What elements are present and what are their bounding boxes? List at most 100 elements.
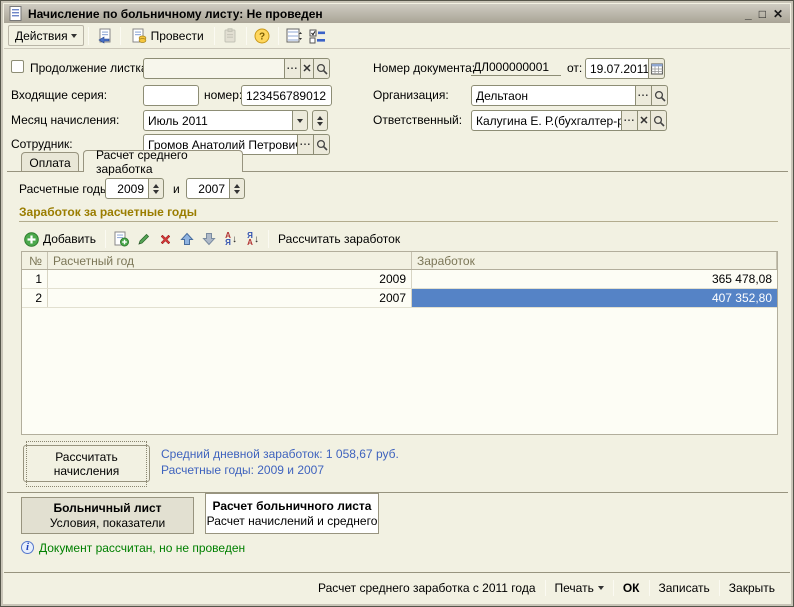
settings-checkboxes-button[interactable] bbox=[306, 25, 329, 47]
responsible-group: Калугина Е. Р.(бухгалтер-рас ... ✕ bbox=[471, 110, 667, 131]
accrual-month-value[interactable]: Июль 2011 bbox=[143, 110, 293, 131]
sort-ascending-button[interactable]: АЯ ↓ bbox=[220, 228, 242, 250]
copy-row-button[interactable] bbox=[110, 228, 132, 250]
organization-input[interactable]: Дельтаон bbox=[471, 85, 636, 106]
title-bar[interactable]: Начисление по больничному листу: Не пров… bbox=[4, 4, 790, 23]
print-button[interactable]: Печать bbox=[546, 581, 613, 595]
doc-number-value[interactable]: ДЛ000000001 bbox=[471, 60, 561, 76]
chevron-down-icon bbox=[71, 34, 77, 38]
tab-average-earnings[interactable]: Расчет среднего заработка bbox=[83, 150, 243, 172]
responsible-select-button[interactable]: ... bbox=[621, 110, 638, 131]
col-header-year[interactable]: Расчетный год bbox=[48, 252, 412, 269]
actions-menu-button[interactable]: Действия bbox=[8, 25, 84, 46]
move-up-icon bbox=[180, 232, 194, 246]
responsible-label: Ответственный: bbox=[373, 113, 462, 127]
post-button[interactable]: Провести bbox=[125, 25, 210, 46]
delete-cross-icon bbox=[159, 233, 172, 246]
calc-year2-input[interactable]: 2007 bbox=[186, 178, 230, 199]
calc-year1-spinner[interactable] bbox=[148, 178, 164, 199]
employee-select-button[interactable]: ... bbox=[297, 134, 314, 155]
doc-number-label: Номер документа: bbox=[373, 61, 475, 75]
incoming-number-input[interactable]: 123456789012 bbox=[241, 85, 332, 106]
employee-search-icon[interactable] bbox=[313, 134, 330, 155]
continuation-search-icon[interactable] bbox=[313, 58, 330, 79]
calendar-icon[interactable] bbox=[648, 58, 665, 79]
list-rows-button[interactable] bbox=[283, 25, 306, 47]
calc-year2-spinner[interactable] bbox=[229, 178, 245, 199]
help-icon: ? bbox=[254, 28, 270, 44]
close-icon[interactable]: ✕ bbox=[773, 8, 783, 20]
incoming-series-label: Входящие серия: bbox=[11, 88, 107, 102]
row2-num[interactable]: 2 bbox=[22, 289, 48, 307]
responsible-clear-icon[interactable]: ✕ bbox=[637, 110, 651, 131]
status-message: Документ рассчитан, но не проведен bbox=[39, 541, 245, 555]
continuation-select-button[interactable]: ... bbox=[284, 58, 301, 79]
table-row[interactable]: 2 2007 407 352,80 bbox=[22, 289, 777, 308]
earnings-table[interactable]: № Расчетный год Заработок 1 2009 365 478… bbox=[21, 251, 778, 435]
page-tab-sick-list-calc[interactable]: Расчет больничного листа Расчет начислен… bbox=[205, 493, 379, 534]
doc-date-group: 19.07.2011 bbox=[585, 58, 665, 79]
edit-pencil-icon bbox=[136, 232, 151, 247]
row1-year[interactable]: 2009 bbox=[48, 270, 412, 288]
svg-text:?: ? bbox=[259, 31, 265, 42]
tab-payment[interactable]: Оплата bbox=[21, 152, 79, 172]
col-header-num[interactable]: № bbox=[22, 252, 48, 269]
summary-line2: Расчетные годы: 2009 и 2007 bbox=[161, 462, 324, 478]
organization-select-button[interactable]: ... bbox=[635, 85, 652, 106]
doc-date-input[interactable]: 19.07.2011 bbox=[585, 58, 649, 79]
earnings-section-title: Заработок за расчетные годы bbox=[19, 205, 197, 219]
save-close-button[interactable] bbox=[93, 25, 116, 47]
responsible-search-icon[interactable] bbox=[650, 110, 667, 131]
edit-row-button[interactable] bbox=[132, 228, 154, 250]
earnings-table-toolbar: Добавить АЯ bbox=[19, 227, 405, 251]
row1-num[interactable]: 1 bbox=[22, 270, 48, 288]
calc-year2-group: 2007 bbox=[186, 178, 245, 199]
add-row-button[interactable]: Добавить bbox=[19, 230, 101, 249]
move-down-button[interactable] bbox=[198, 228, 220, 250]
calc-accruals-button[interactable]: Рассчитать начисления bbox=[23, 445, 150, 482]
incoming-number-label: номер: bbox=[204, 88, 242, 102]
section-divider bbox=[19, 221, 778, 222]
continuation-checkbox[interactable] bbox=[11, 60, 24, 73]
calc-earnings-button[interactable]: Рассчитать заработок bbox=[273, 230, 405, 248]
continuation-field-group: ... ✕ bbox=[143, 58, 330, 79]
table-header-row[interactable]: № Расчетный год Заработок bbox=[22, 252, 777, 270]
calc-year1-group: 2009 bbox=[105, 178, 164, 199]
calc-year1-input[interactable]: 2009 bbox=[105, 178, 149, 199]
continuation-clear-icon[interactable]: ✕ bbox=[300, 58, 314, 79]
document-icon bbox=[9, 6, 23, 21]
col-header-amount[interactable]: Заработок bbox=[412, 252, 777, 269]
delete-row-button[interactable] bbox=[154, 228, 176, 250]
sort-descending-button[interactable]: ЯА ↓ bbox=[242, 228, 264, 250]
maximize-icon[interactable]: □ bbox=[759, 8, 766, 20]
organization-label: Организация: bbox=[373, 88, 449, 102]
paste-button-disabled[interactable] bbox=[219, 25, 242, 47]
page-tab-sick-list[interactable]: Больничный лист Условия, показатели bbox=[21, 497, 194, 534]
paste-icon bbox=[222, 28, 238, 44]
move-up-button[interactable] bbox=[176, 228, 198, 250]
incoming-series-input[interactable] bbox=[143, 85, 199, 106]
footer-bar: Расчет среднего заработка с 2011 года Пе… bbox=[4, 572, 790, 603]
accrual-month-dropdown-icon[interactable] bbox=[292, 110, 308, 131]
responsible-input[interactable]: Калугина Е. Р.(бухгалтер-рас bbox=[471, 110, 622, 131]
ok-button[interactable]: ОК bbox=[614, 581, 649, 595]
accrual-month-spinner[interactable] bbox=[312, 110, 328, 131]
row2-amount-selected-cell[interactable]: 407 352,80 bbox=[412, 289, 777, 307]
incoming-series-group bbox=[143, 85, 199, 106]
row1-amount[interactable]: 365 478,08 bbox=[412, 270, 777, 288]
continuation-label: Продолжение листка bbox=[30, 61, 148, 75]
settings-checkboxes-icon bbox=[309, 28, 325, 44]
save-button[interactable]: Записать bbox=[650, 581, 719, 595]
row2-year[interactable]: 2007 bbox=[48, 289, 412, 307]
minimize-icon[interactable]: _ bbox=[745, 8, 752, 20]
accrual-month-group: Июль 2011 bbox=[143, 110, 308, 131]
organization-group: Дельтаон ... bbox=[471, 85, 668, 106]
window-title: Начисление по больничному листу: Не пров… bbox=[28, 7, 740, 21]
info-icon: i bbox=[21, 541, 34, 554]
table-row[interactable]: 1 2009 365 478,08 bbox=[22, 270, 777, 289]
organization-search-icon[interactable] bbox=[651, 85, 668, 106]
close-button[interactable]: Закрыть bbox=[720, 581, 784, 595]
continuation-input[interactable] bbox=[143, 58, 285, 79]
help-button[interactable]: ? bbox=[251, 25, 274, 47]
doc-date-label: от: bbox=[567, 61, 582, 75]
